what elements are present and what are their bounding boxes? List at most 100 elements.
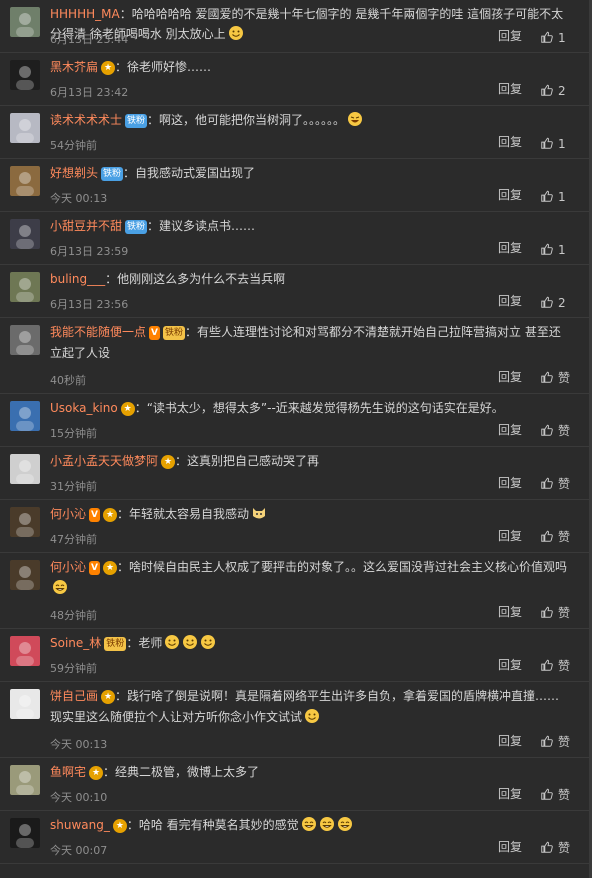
reply-button[interactable]: 回复 [498, 80, 522, 97]
comment-item: 小甜豆并不甜 铁粉 ：建议多读点书…… 6月13日 23:59 回复 1 [0, 212, 592, 265]
user-avatar[interactable] [10, 401, 40, 431]
thumbs-up-icon [540, 296, 554, 310]
like-count: 1 [558, 243, 566, 257]
reply-button[interactable]: 回复 [498, 527, 522, 544]
smile-emoji-icon [182, 634, 198, 650]
like-button[interactable]: 赞 [540, 528, 570, 545]
grin-emoji-icon [52, 579, 68, 595]
user-avatar[interactable] [10, 636, 40, 666]
like-button[interactable]: 1 [540, 136, 566, 151]
user-avatar[interactable] [10, 325, 40, 355]
thumbs-up-icon [540, 606, 554, 620]
reply-button[interactable]: 回复 [498, 239, 522, 256]
username-link[interactable]: Usoka_kino [50, 401, 118, 415]
reply-button[interactable]: 回复 [498, 656, 522, 673]
like-button[interactable]: 2 [540, 295, 566, 310]
comment-body: 何小沁 V ★ ：啥时候自由民主人权成了要抨击的对象了。。这么爱国没背过社会主义核心价… [50, 557, 570, 598]
reply-button[interactable]: 回复 [498, 186, 522, 203]
user-avatar[interactable] [10, 113, 40, 143]
user-avatar[interactable] [10, 765, 40, 795]
username-link[interactable]: 小甜豆并不甜 [50, 219, 122, 233]
user-avatar[interactable] [10, 272, 40, 302]
username-link[interactable]: 小孟小孟天天做梦阿 [50, 454, 158, 468]
vip-badge-icon: ★ [102, 561, 117, 575]
comment-item: 黑木芥扁 ★ ：徐老师好惨…… 6月13日 23:42 回复 2 [0, 53, 592, 106]
verified-v-icon: V [149, 326, 160, 340]
like-button[interactable]: 赞 [540, 475, 570, 492]
username-link[interactable]: 何小沁 [50, 560, 86, 574]
thumbs-up-icon [540, 659, 554, 673]
comment-item: HHHHH_MA：哈哈哈哈哈 爱國爱的不是幾十年七個字的 是幾千年兩個字的哇 這… [0, 0, 592, 53]
user-avatar[interactable] [10, 60, 40, 90]
username-link[interactable]: buling___ [50, 272, 105, 286]
like-count: 赞 [558, 659, 571, 673]
laugh-emoji-icon [347, 111, 363, 127]
reply-button[interactable]: 回复 [498, 133, 522, 150]
like-button[interactable]: 1 [540, 242, 566, 257]
comment-body: 饼自己画 ★ ：践行啥了倒是说啊！真是隔着网络平生出许多自负，拿着爱国的盾牌横冲直撞… [50, 686, 570, 727]
user-badges: 铁粉 [98, 164, 124, 184]
user-avatar[interactable] [10, 818, 40, 848]
username-link[interactable]: HHHHH_MA [50, 7, 120, 21]
reply-button[interactable]: 回复 [498, 785, 522, 802]
comment-timestamp: 54分钟前 [50, 139, 97, 152]
like-button[interactable]: 赞 [540, 839, 570, 856]
comment-timestamp: 47分钟前 [50, 533, 97, 546]
comment-timestamp: 今天 00:13 [50, 738, 108, 751]
comment-text: ：啥时候自由民主人权成了要抨击的对象了。。这么爱国没背过社会主义核心价值观吗 [116, 560, 567, 574]
reply-button[interactable]: 回复 [498, 27, 522, 44]
comment-item: Soine_林 铁粉 ：老师 59分钟前 回复 赞 [0, 629, 592, 682]
like-count: 赞 [558, 477, 571, 491]
username-link[interactable]: Soine_林 [50, 636, 101, 650]
user-avatar[interactable] [10, 7, 40, 37]
like-button[interactable]: 赞 [540, 733, 570, 750]
comment-timestamp: 6月13日 23:42 [50, 86, 129, 99]
username-link[interactable]: 好想剃头 [50, 166, 98, 180]
username-link[interactable]: 我能不能随便一点 [50, 325, 146, 339]
like-button[interactable]: 赞 [540, 604, 570, 621]
reply-button[interactable]: 回复 [498, 603, 522, 620]
username-link[interactable]: 何小沁 [50, 507, 86, 521]
reply-button[interactable]: 回复 [498, 474, 522, 491]
like-count: 赞 [558, 788, 571, 802]
username-link[interactable]: 饼自己画 [50, 689, 98, 703]
thumbs-up-icon [540, 735, 554, 749]
user-avatar[interactable] [10, 560, 40, 590]
like-button[interactable]: 2 [540, 83, 566, 98]
user-avatar[interactable] [10, 454, 40, 484]
username-link[interactable]: 读术术术术士 [50, 113, 122, 127]
fan-badge: 铁粉 [125, 114, 148, 128]
username-link[interactable]: shuwang_ [50, 818, 110, 832]
vip-badge-icon: ★ [101, 61, 116, 75]
like-button[interactable]: 1 [540, 189, 566, 204]
comment-text: ：老师 [126, 636, 163, 650]
comment-body: Usoka_kino ★ ：“读书太少，想得太多”--近来越发觉得杨先生说的这句话实… [50, 398, 570, 419]
like-button[interactable]: 赞 [540, 422, 570, 439]
comment-item: 读术术术术士 铁粉 ：啊这，他可能把你当树洞了。。。。。。 54分钟前 回复 1 [0, 106, 592, 159]
reply-button[interactable]: 回复 [498, 368, 522, 385]
comment-timestamp: 今天 00:07 [50, 844, 108, 857]
user-avatar[interactable] [10, 689, 40, 719]
comment-body: 鱼啊宅 ★ ：经典二极管，微博上太多了 [50, 762, 570, 783]
like-button[interactable]: 赞 [540, 786, 570, 803]
user-avatar[interactable] [10, 219, 40, 249]
like-button[interactable]: 1 [540, 30, 566, 45]
fan-badge: 铁粉 [125, 220, 148, 234]
reply-button[interactable]: 回复 [498, 732, 522, 749]
username-link[interactable]: 鱼啊宅 [50, 765, 86, 779]
reply-button[interactable]: 回复 [498, 838, 522, 855]
comment-body: 好想剃头 铁粉 ：自我感动式爱国出现了 [50, 163, 570, 184]
like-button[interactable]: 赞 [540, 657, 570, 674]
user-avatar[interactable] [10, 507, 40, 537]
comment-body: 何小沁 V ★ ：年轻就太容易自我感动 [50, 504, 570, 525]
username-link[interactable]: 黑木芥扁 [50, 60, 98, 74]
thumbs-up-icon [540, 477, 554, 491]
reply-button[interactable]: 回复 [498, 292, 522, 309]
user-avatar[interactable] [10, 166, 40, 196]
comment-timestamp: 48分钟前 [50, 609, 97, 622]
like-button[interactable]: 赞 [540, 369, 570, 386]
vip-badge-icon: ★ [101, 690, 116, 704]
thumbs-up-icon [540, 371, 554, 385]
smile-emoji-icon [200, 634, 216, 650]
reply-button[interactable]: 回复 [498, 421, 522, 438]
